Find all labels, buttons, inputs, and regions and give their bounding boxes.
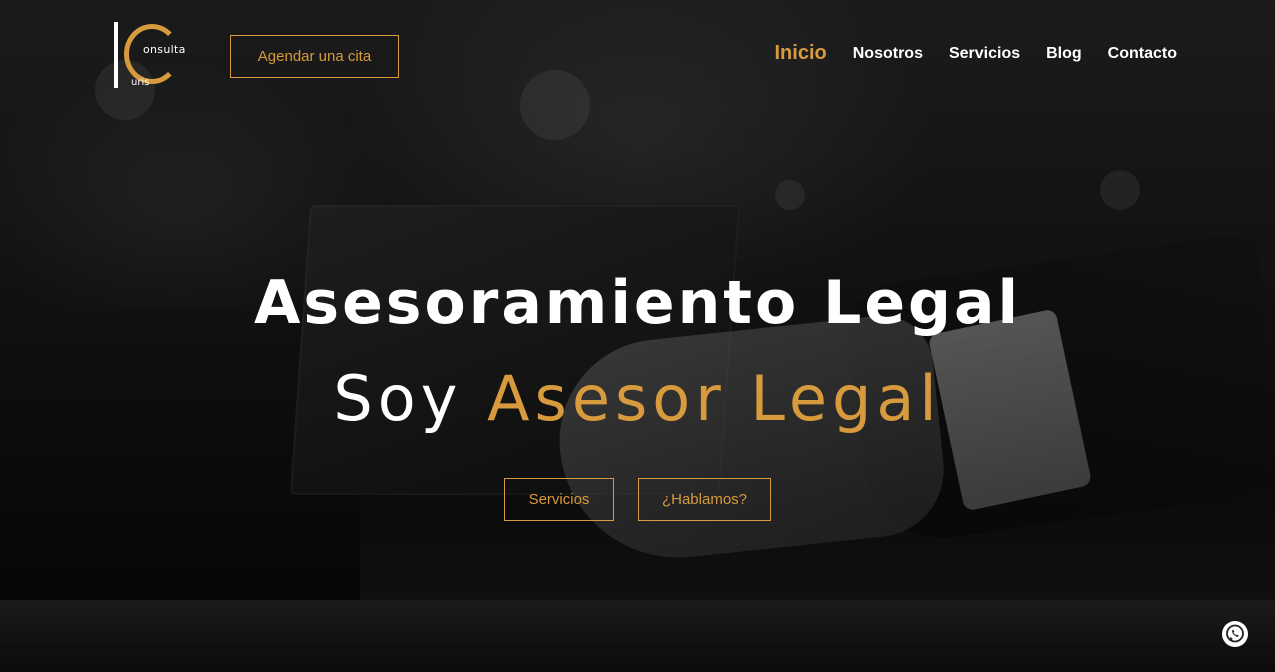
nav-item-contacto[interactable]: Contacto xyxy=(1108,45,1177,63)
nav-item-inicio[interactable]: Inicio xyxy=(775,42,827,65)
whatsapp-glyph xyxy=(1223,622,1247,646)
nav-item-servicios[interactable]: Servicios xyxy=(949,45,1020,63)
logo-text-top: onsulta xyxy=(143,43,186,56)
site-logo[interactable]: onsulta uris xyxy=(114,20,194,90)
nav-item-blog[interactable]: Blog xyxy=(1046,45,1082,63)
hero-subline: Soy Asesor Legal xyxy=(0,362,1275,435)
subline-prefix: Soy xyxy=(333,362,488,435)
services-button[interactable]: Servicios xyxy=(504,478,614,521)
main-nav: Inicio Nosotros Servicios Blog Contacto xyxy=(775,42,1178,65)
nav-item-nosotros[interactable]: Nosotros xyxy=(853,45,923,63)
hero-buttons: Servicios ¿Hablamos? xyxy=(0,478,1275,521)
logo-text-bottom: uris xyxy=(131,77,150,88)
book-appointment-button[interactable]: Agendar una cita xyxy=(230,35,399,78)
contact-button[interactable]: ¿Hablamos? xyxy=(638,478,771,521)
hero-section: onsulta uris Agendar una cita Inicio Nos… xyxy=(0,0,1275,672)
logo-bar xyxy=(114,22,118,88)
hero-headline: Asesoramiento Legal xyxy=(253,268,1022,338)
whatsapp-icon[interactable] xyxy=(1222,621,1248,647)
subline-accent: Asesor Legal xyxy=(487,362,942,435)
